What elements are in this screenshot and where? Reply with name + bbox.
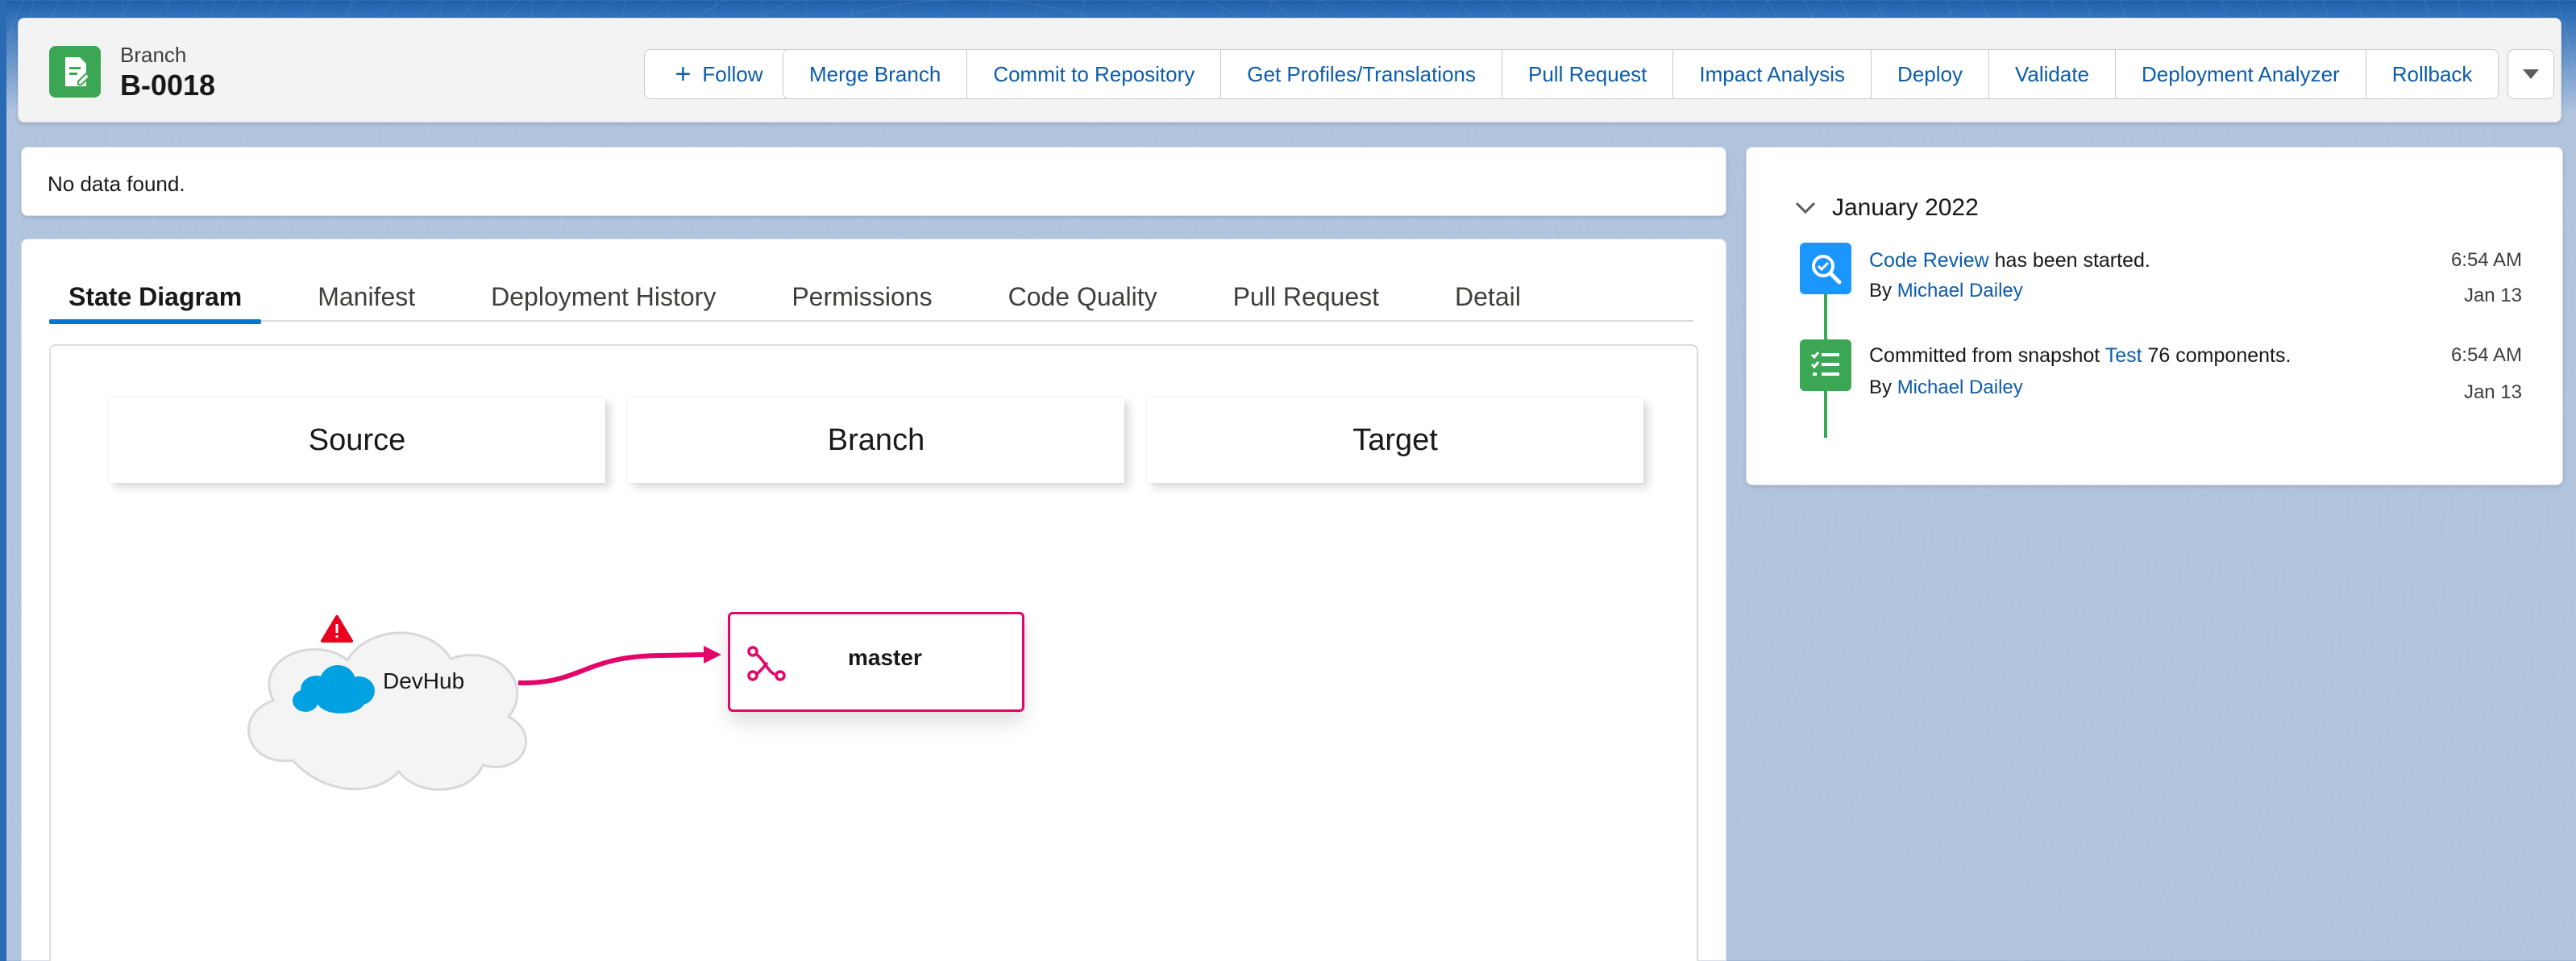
no-data-text: No data found. <box>48 172 185 196</box>
user-link[interactable]: Michael Dailey <box>1897 376 2023 398</box>
window-frame <box>0 0 6 961</box>
tab-detail[interactable]: Detail <box>1435 272 1540 322</box>
activity-timeline: January 2022 Code Review has been starte… <box>1746 147 2563 485</box>
activity-item-1-text: Code Review has been started. <box>1869 249 2150 272</box>
main-panel: State Diagram Manifest Deployment Histor… <box>21 239 1726 961</box>
flow-arrow <box>517 646 721 686</box>
tab-deployment-history[interactable]: Deployment History <box>472 272 735 322</box>
code-review-icon <box>1800 243 1851 294</box>
git-branch-icon <box>747 646 786 681</box>
tab-state-diagram[interactable]: State Diagram <box>49 272 262 324</box>
commit-to-repository-button[interactable]: Commit to Repository <box>967 50 1222 98</box>
record-type-label: Branch <box>120 43 187 67</box>
tab-bar: State Diagram Manifest Deployment Histor… <box>49 272 1693 324</box>
follow-label: Follow <box>702 61 763 86</box>
tab-pull-request[interactable]: Pull Request <box>1214 272 1398 322</box>
plus-icon: + <box>675 59 692 89</box>
activity-item-1-time: 6:54 AM <box>2450 249 2522 271</box>
snapshot-link[interactable]: Test <box>2105 344 2142 367</box>
no-data-card: No data found. <box>21 147 1726 216</box>
warning-icon <box>321 615 353 643</box>
tab-manifest[interactable]: Manifest <box>298 272 434 322</box>
activity-item-2-time: 6:54 AM <box>2450 344 2522 366</box>
activity-item-2-date: Jan 13 <box>2463 381 2522 403</box>
pull-request-button[interactable]: Pull Request <box>1502 50 1674 98</box>
activity-item-1-by: By Michael Dailey <box>1869 280 2023 302</box>
deployment-analyzer-button[interactable]: Deployment Analyzer <box>2116 50 2366 98</box>
get-profiles-translations-button[interactable]: Get Profiles/Translations <box>1221 50 1502 98</box>
rollback-button[interactable]: Rollback <box>2366 50 2499 98</box>
follow-button[interactable]: + Follow <box>644 49 794 99</box>
activity-item-2-text: Committed from snapshot Test 76 componen… <box>1869 344 2291 367</box>
tab-permissions[interactable]: Permissions <box>772 272 951 322</box>
month-label: January 2022 <box>1832 194 1979 221</box>
month-section-toggle[interactable]: January 2022 <box>1795 194 1979 222</box>
record-type-icon <box>49 46 101 98</box>
tab-code-quality[interactable]: Code Quality <box>989 272 1177 322</box>
chevron-down-icon <box>2523 69 2539 79</box>
impact-analysis-button[interactable]: Impact Analysis <box>1673 50 1872 98</box>
code-review-link[interactable]: Code Review <box>1869 249 1989 272</box>
action-button-group: Merge Branch Commit to Repository Get Pr… <box>783 49 2499 99</box>
validate-button[interactable]: Validate <box>1988 50 2117 98</box>
branch-node-label: master <box>848 645 922 670</box>
activity-item-2-by: By Michael Dailey <box>1869 376 2023 398</box>
chevron-down-icon <box>1795 202 1816 214</box>
deploy-button[interactable]: Deploy <box>1872 50 1989 98</box>
merge-branch-button[interactable]: Merge Branch <box>783 50 968 98</box>
source-cloud-node[interactable] <box>247 631 527 791</box>
state-diagram: Source Branch Target DevHub master <box>49 344 1698 961</box>
more-actions-button[interactable] <box>2507 49 2554 99</box>
record-name: B-0018 <box>120 69 216 102</box>
commit-list-icon <box>1800 339 1851 391</box>
source-org-label: DevHub <box>383 668 465 693</box>
user-link[interactable]: Michael Dailey <box>1897 280 2023 302</box>
activity-item-1-date: Jan 13 <box>2463 285 2522 306</box>
branch-node-master[interactable]: master <box>728 612 1024 712</box>
record-header: Branch B-0018 + Follow Merge Branch Comm… <box>18 18 2561 123</box>
